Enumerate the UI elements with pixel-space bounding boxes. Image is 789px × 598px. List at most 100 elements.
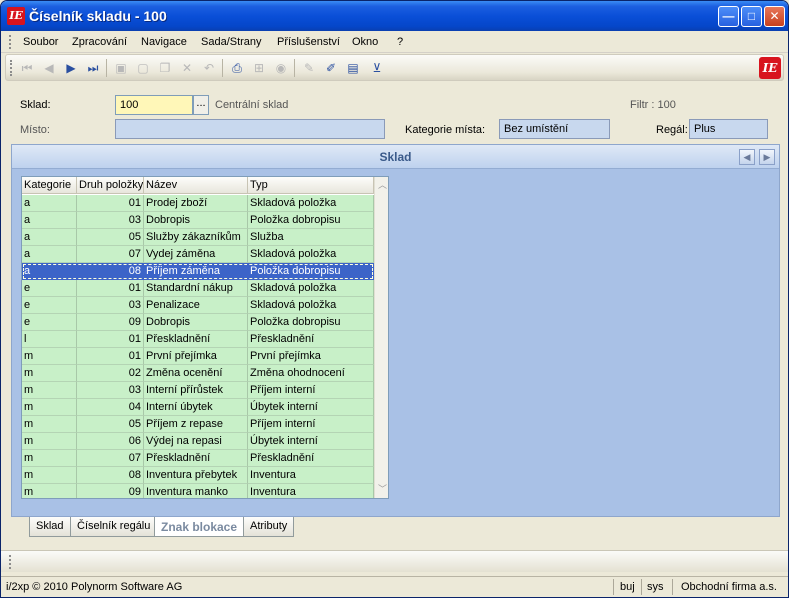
form-icon[interactable]: ▤ (344, 59, 362, 77)
column-header-druh[interactable]: Druh položky (77, 177, 144, 194)
copy-icon[interactable]: ❐ (156, 59, 174, 77)
menu-okno[interactable]: Okno (352, 36, 378, 48)
cell-kategorie: m (22, 416, 77, 433)
menu-help[interactable]: ? (397, 36, 403, 48)
refresh-icon[interactable]: ◉ (272, 59, 290, 77)
table-row[interactable]: a 07 Vydej záměna Skladová položka (22, 246, 374, 263)
cell-typ: První přejímka (248, 348, 374, 365)
maximize-button[interactable]: □ (741, 6, 762, 27)
status-company: Obchodní firma a.s. (681, 581, 777, 593)
title-bar[interactable]: IE Číselník skladu - 100 — □ ✕ (1, 1, 788, 31)
new-document-icon[interactable]: ▢ (134, 59, 152, 77)
panel-prev-button[interactable]: ◀ (739, 149, 755, 165)
tree-icon[interactable]: ⊞ (250, 59, 268, 77)
panel-next-button[interactable]: ▶ (759, 149, 775, 165)
next-record-icon[interactable]: ▶ (62, 59, 80, 77)
cell-typ: Úbytek interní (248, 433, 374, 450)
previous-record-icon[interactable]: ◀ (40, 59, 58, 77)
cell-typ: Služba (248, 229, 374, 246)
minimize-button[interactable]: — (718, 6, 739, 27)
misto-field[interactable] (115, 119, 385, 139)
table-row[interactable]: a 01 Prodej zboží Skladová položka (22, 195, 374, 212)
status-user: buj (620, 581, 635, 593)
table-row[interactable]: e 09 Dobropis Položka dobropisu (22, 314, 374, 331)
table-row[interactable]: e 01 Standardní nákup Skladová položka (22, 280, 374, 297)
cell-typ: Inventura (248, 467, 374, 484)
regal-field[interactable]: Plus (689, 119, 768, 139)
table-row[interactable]: m 02 Změna ocenění Změna ohodnocení (22, 365, 374, 382)
column-header-nazev[interactable]: Název (144, 177, 248, 194)
table-row[interactable]: m 05 Příjem z repase Příjem interní (22, 416, 374, 433)
regal-label: Regál: (656, 124, 688, 136)
column-header-kategorie[interactable]: Kategorie (22, 177, 77, 194)
toolbar-grip[interactable] (10, 60, 13, 76)
last-record-icon[interactable]: ⏭ (84, 59, 102, 77)
edit-pencil-icon[interactable]: ✎ (300, 59, 318, 77)
lower-toolbar-grip[interactable] (9, 555, 12, 569)
table-row[interactable]: m 08 Inventura přebytek Inventura (22, 467, 374, 484)
cell-typ: Příjem interní (248, 416, 374, 433)
cell-druh: 01 (77, 348, 144, 365)
cell-typ: Skladová položka (248, 297, 374, 314)
cell-nazev: Vydej záměna (144, 246, 248, 263)
filter-icon[interactable]: ⊻ (368, 59, 386, 77)
status-db: sys (647, 581, 664, 593)
table-row[interactable]: m 06 Výdej na repasi Úbytek interní (22, 433, 374, 450)
cell-kategorie: e (22, 280, 77, 297)
close-button[interactable]: ✕ (764, 6, 785, 27)
cell-nazev: Interní úbytek (144, 399, 248, 416)
save-icon[interactable]: ▣ (112, 59, 130, 77)
cell-druh: 08 (77, 263, 144, 280)
kategorie-mista-field[interactable]: Bez umístění (499, 119, 610, 139)
menu-grip[interactable] (9, 35, 12, 49)
cell-kategorie: m (22, 433, 77, 450)
menu-navigace[interactable]: Navigace (141, 36, 187, 48)
cell-nazev: Interní přírůstek (144, 382, 248, 399)
highlight-pen-icon[interactable]: ✐ (322, 59, 340, 77)
data-grid[interactable]: Kategorie Druh položky Název Typ a 01 Prod… (21, 176, 389, 499)
cell-kategorie: m (22, 365, 77, 382)
grid-vertical-scrollbar[interactable]: ︿ ﹀ (374, 177, 388, 498)
table-row[interactable]: m 07 Přeskladnění Přeskladnění (22, 450, 374, 467)
table-row[interactable]: m 09 Inventura manko Inventura (22, 484, 374, 498)
tab-sklad[interactable]: Sklad (29, 517, 71, 537)
table-row[interactable]: m 03 Interní přírůstek Příjem interní (22, 382, 374, 399)
scroll-down-icon[interactable]: ﹀ (375, 482, 388, 497)
tab-ciselnik-regalu[interactable]: Číselník regálu (70, 517, 158, 537)
panel-title: Sklad (379, 150, 412, 164)
table-row[interactable]: a 08 Příjem záměna Položka dobropisu (22, 263, 374, 280)
menu-bar: Soubor Zpracování Navigace Sada/Strany P… (1, 31, 788, 53)
scroll-up-icon[interactable]: ︿ (375, 178, 388, 193)
table-row[interactable]: l 01 Přeskladnění Přeskladnění (22, 331, 374, 348)
print-icon[interactable]: ⎙ (228, 59, 246, 77)
undo-icon[interactable]: ↶ (200, 59, 218, 77)
delete-icon[interactable]: ✕ (178, 59, 196, 77)
menu-soubor[interactable]: Soubor (23, 36, 58, 48)
column-header-typ[interactable]: Typ (248, 177, 374, 194)
cell-typ: Přeskladnění (248, 450, 374, 467)
table-row[interactable]: m 01 První přejímka První přejímka (22, 348, 374, 365)
cell-nazev: Dobropis (144, 314, 248, 331)
cell-kategorie: a (22, 263, 77, 280)
menu-zpracovani[interactable]: Zpracování (72, 36, 127, 48)
cell-nazev: Příjem záměna (144, 263, 248, 280)
panel-header: Sklad ◀ ▶ (12, 145, 779, 169)
table-row[interactable]: e 03 Penalizace Skladová položka (22, 297, 374, 314)
cell-druh: 03 (77, 212, 144, 229)
sklad-lookup-button[interactable]: ... (193, 95, 209, 115)
table-row[interactable]: a 03 Dobropis Položka dobropisu (22, 212, 374, 229)
cell-kategorie: e (22, 297, 77, 314)
cell-druh: 05 (77, 229, 144, 246)
cell-typ: Změna ohodnocení (248, 365, 374, 382)
cell-nazev: Inventura manko (144, 484, 248, 498)
table-row[interactable]: m 04 Interní úbytek Úbytek interní (22, 399, 374, 416)
first-record-icon[interactable]: ⏮ (18, 59, 36, 77)
table-row[interactable]: a 05 Služby zákazníkům Služba (22, 229, 374, 246)
menu-prislusenstvi[interactable]: Příslušenství (277, 36, 340, 48)
sklad-input[interactable]: 100 (115, 95, 193, 115)
cell-druh: 02 (77, 365, 144, 382)
tab-znak-blokace[interactable]: Znak blokace (154, 517, 245, 537)
tab-atributy[interactable]: Atributy (243, 517, 295, 537)
cell-typ: Skladová položka (248, 280, 374, 297)
menu-sada-strany[interactable]: Sada/Strany (201, 36, 262, 48)
